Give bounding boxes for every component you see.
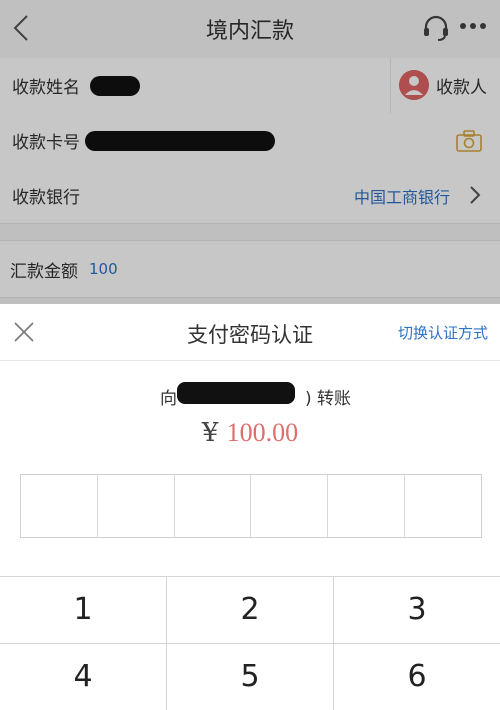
pin-cell: [405, 475, 481, 537]
key-1[interactable]: 1: [0, 577, 167, 643]
amount-figure: 100.00: [226, 418, 299, 447]
dialog-header: 支付密码认证 切换认证方式: [0, 304, 500, 361]
pin-cell: [21, 475, 98, 537]
switch-auth-method-link[interactable]: 切换认证方式: [398, 322, 488, 343]
pin-cell: [251, 475, 329, 537]
currency-symbol: ¥: [201, 418, 219, 448]
redacted-recipient: [177, 382, 295, 404]
keypad-row: 4 5 6: [0, 644, 500, 710]
key-4[interactable]: 4: [0, 644, 167, 710]
transfer-suffix: ) 转账: [305, 389, 352, 409]
keypad-row: 1 2 3: [0, 577, 500, 644]
key-2[interactable]: 2: [167, 577, 334, 643]
transfer-line: 向 ) 转账: [0, 382, 500, 409]
password-input[interactable]: [20, 474, 482, 538]
pin-cell: [98, 475, 175, 537]
password-dialog: 支付密码认证 切换认证方式 向 ) 转账 ¥ 100.00 1 2 3 4 5 …: [0, 304, 500, 710]
pin-cell: [175, 475, 252, 537]
transfer-prefix: 向: [160, 389, 177, 409]
key-5[interactable]: 5: [167, 644, 334, 710]
pin-cell: [328, 475, 406, 537]
numeric-keypad: 1 2 3 4 5 6: [0, 576, 500, 710]
key-6[interactable]: 6: [334, 644, 500, 710]
key-3[interactable]: 3: [334, 577, 500, 643]
transfer-amount: ¥ 100.00: [0, 418, 500, 448]
